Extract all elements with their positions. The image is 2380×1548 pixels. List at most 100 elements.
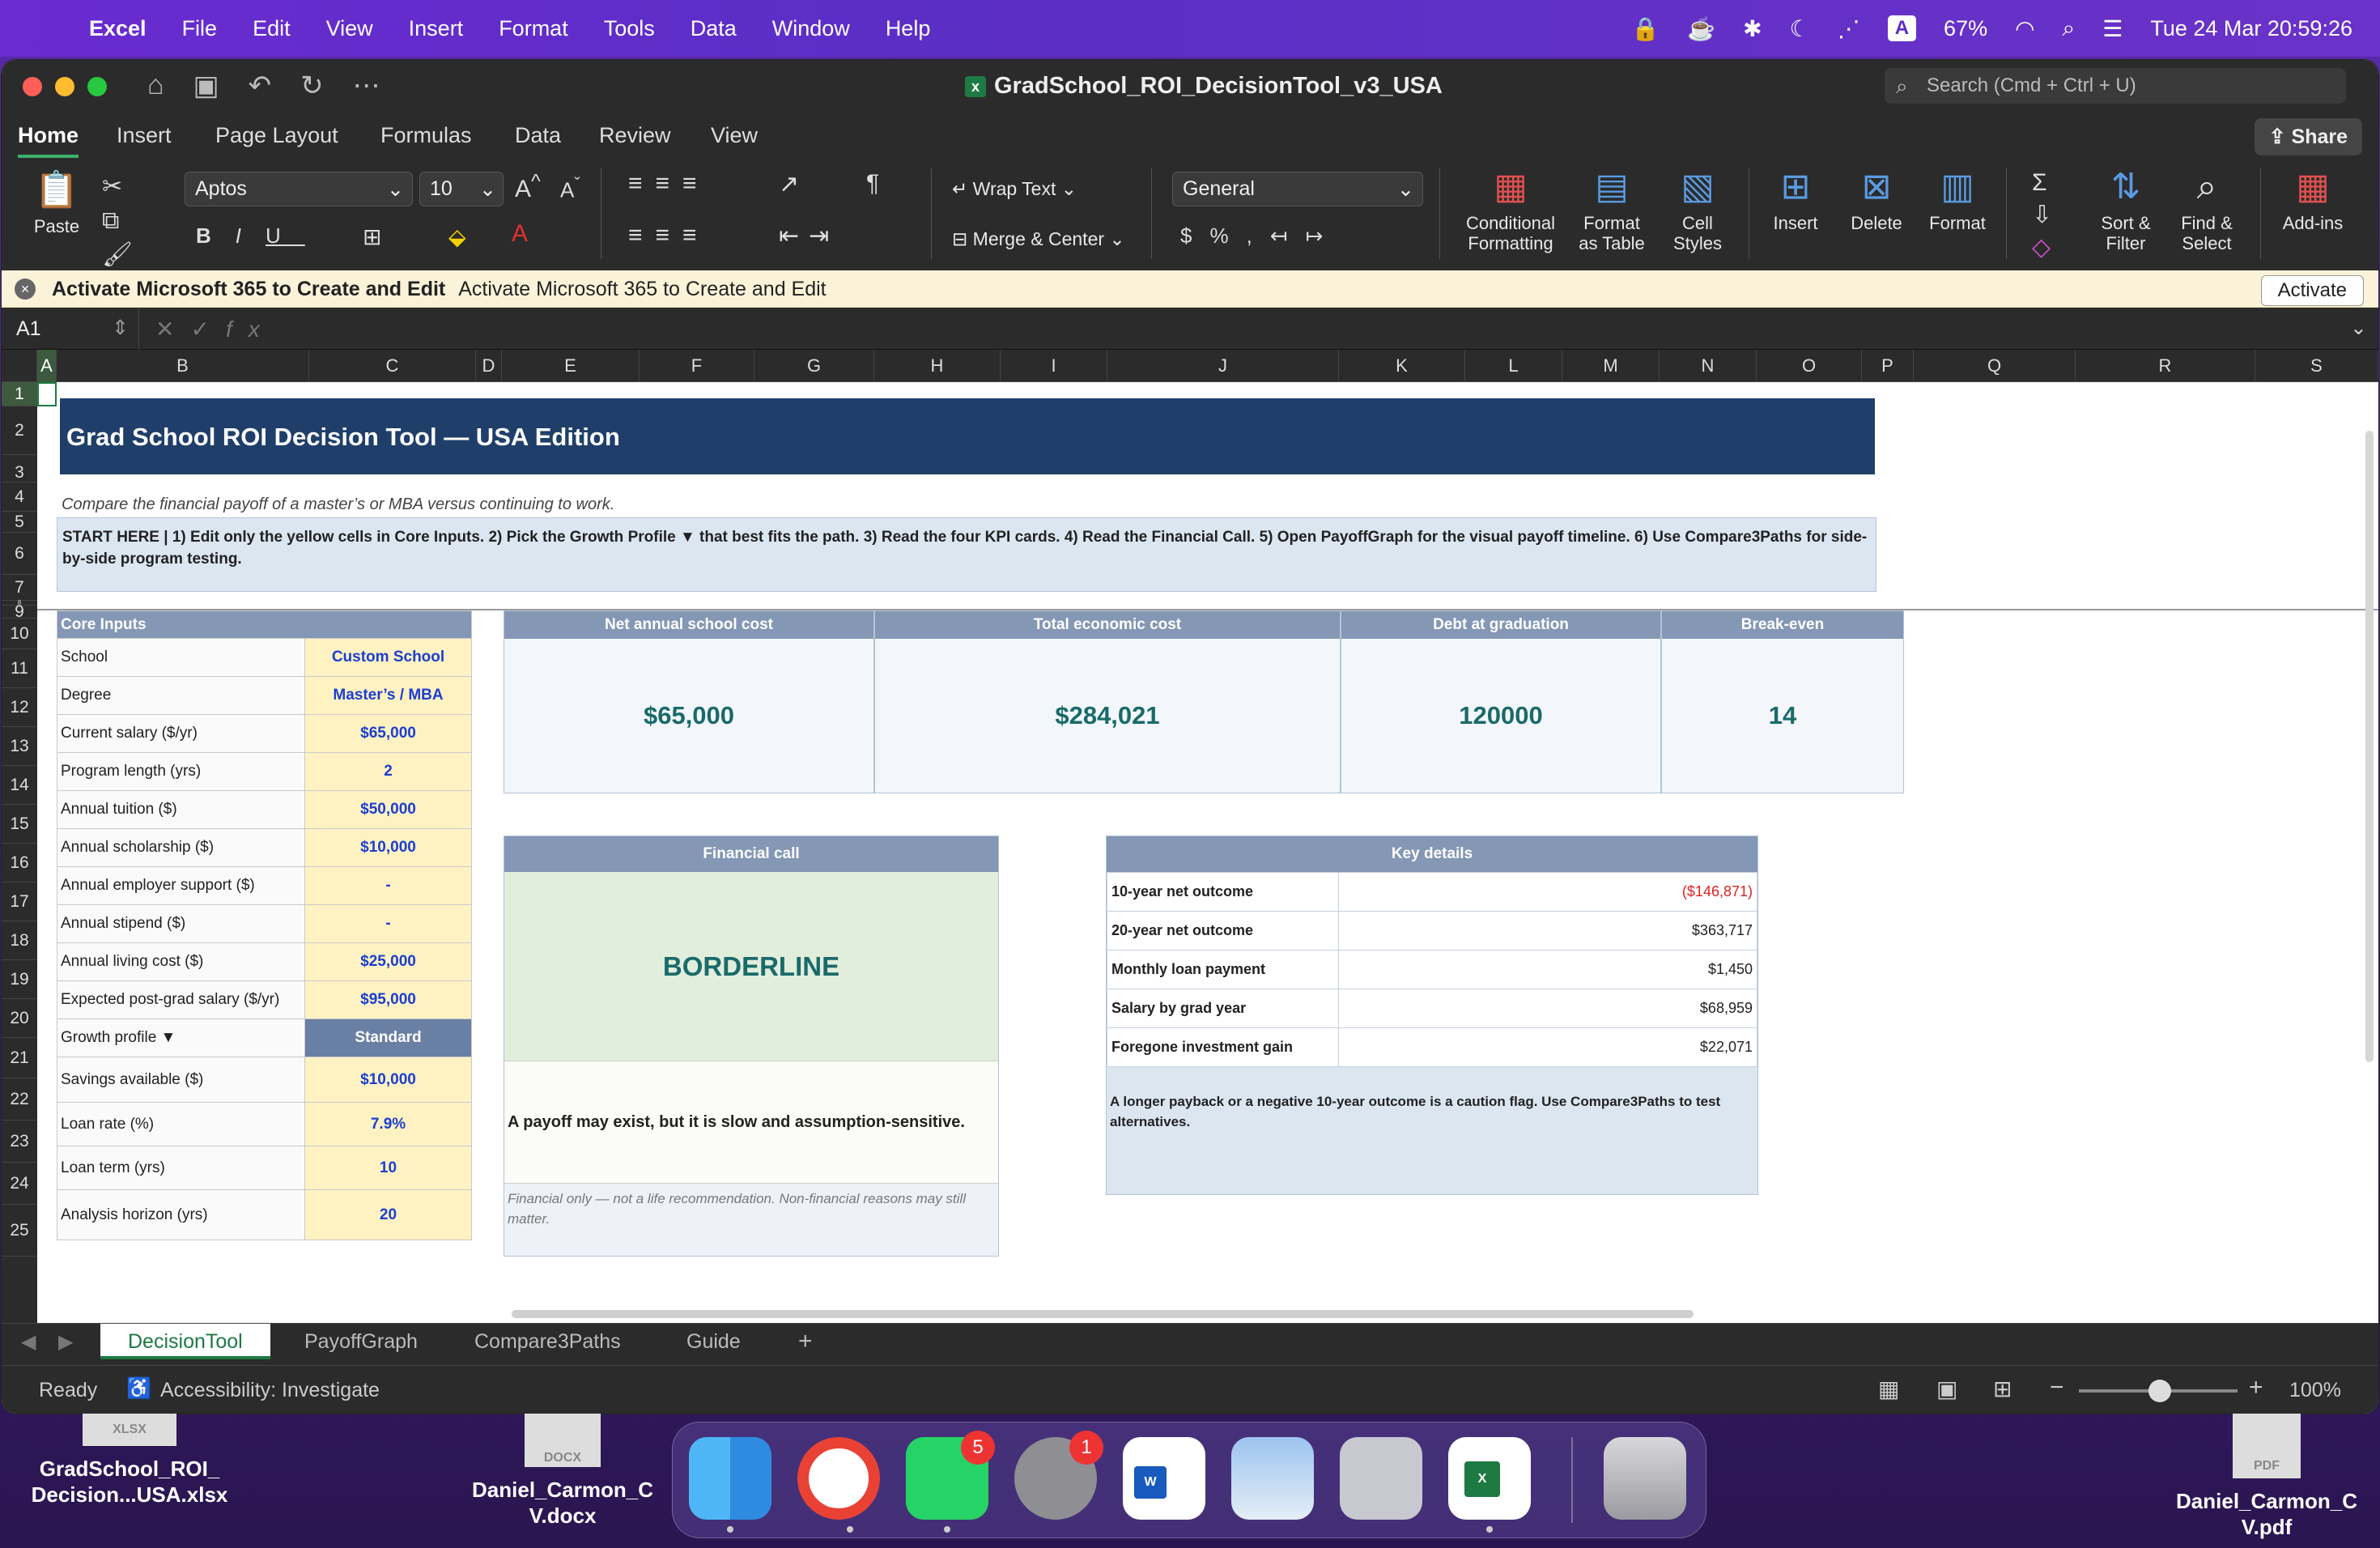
column-header[interactable]: O xyxy=(1757,350,1862,382)
bluetooth-icon[interactable]: ✱ xyxy=(1743,15,1762,42)
menu-tools[interactable]: Tools xyxy=(604,16,655,41)
vertical-scrollbar[interactable] xyxy=(2365,431,2374,1062)
zoom-slider-knob[interactable] xyxy=(2148,1380,2171,1402)
cell-styles-button[interactable]: ▧ Cell Styles xyxy=(1653,167,1742,253)
font-size-select[interactable]: 10 ⌄ xyxy=(419,172,504,206)
orientation-icon[interactable]: ↗ xyxy=(779,170,799,198)
paste-button[interactable]: 📋 Paste xyxy=(21,170,92,236)
whatsapp-icon[interactable]: 5 xyxy=(906,1431,995,1533)
merge-center-button[interactable]: ⊟ Merge & Center ⌄ xyxy=(952,228,1125,250)
column-header[interactable]: H xyxy=(874,350,1001,382)
cut-icon[interactable]: ✂ xyxy=(102,170,133,204)
clear-icon[interactable]: ◇ xyxy=(2032,232,2052,264)
zoom-window-button[interactable] xyxy=(87,77,107,96)
row-header[interactable]: 13 xyxy=(2,727,37,766)
activity-icon[interactable]: ⋰ xyxy=(1838,15,1860,42)
shrink-font-icon[interactable]: Aˇ xyxy=(560,173,580,203)
column-header[interactable]: M xyxy=(1562,350,1660,382)
input-cell[interactable]: 7.9% xyxy=(304,1102,472,1146)
sheet-tab-compare3paths[interactable]: Compare3Paths xyxy=(447,1324,648,1359)
chrome-icon[interactable] xyxy=(797,1437,880,1533)
menu-file[interactable]: File xyxy=(182,16,218,41)
delete-cells-button[interactable]: ⊠ Delete xyxy=(1836,167,1917,233)
battery-percent[interactable]: 67% xyxy=(1944,16,1987,41)
format-as-table-button[interactable]: ▤ Format as Table xyxy=(1569,167,1655,253)
font-name-select[interactable]: Aptos ⌄ xyxy=(185,172,413,206)
add-sheet-button[interactable]: + xyxy=(771,1324,840,1359)
copy-icon[interactable]: ⧉ xyxy=(102,204,133,238)
column-header[interactable]: D xyxy=(476,350,502,382)
row-header[interactable]: 16 xyxy=(2,844,37,882)
row-header[interactable]: 10 xyxy=(2,619,37,649)
input-cell[interactable]: 2 xyxy=(304,752,472,791)
menu-view[interactable]: View xyxy=(326,16,373,41)
menu-window[interactable]: Window xyxy=(772,16,850,41)
grow-font-icon[interactable]: A^ xyxy=(515,170,541,203)
cancel-icon[interactable]: ✕ xyxy=(155,317,190,342)
format-cells-button[interactable]: ▥ Format xyxy=(1917,167,1998,233)
row-header[interactable]: 15 xyxy=(2,805,37,844)
tab-home[interactable]: Home xyxy=(18,123,79,158)
menu-edit[interactable]: Edit xyxy=(253,16,291,41)
number-format-tools[interactable]: $%,↤↦ xyxy=(1180,223,1341,249)
menu-help[interactable]: Help xyxy=(886,16,931,41)
column-header[interactable]: S xyxy=(2255,350,2378,382)
expand-formula-icon[interactable]: ⌄ xyxy=(2350,316,2367,340)
row-header[interactable]: 11 xyxy=(2,649,37,688)
confirm-icon[interactable]: ✓ xyxy=(190,317,225,342)
italic-icon[interactable]: I xyxy=(236,223,266,248)
menu-insert[interactable]: Insert xyxy=(409,16,464,41)
coffee-icon[interactable]: ☕ xyxy=(1687,15,1715,42)
normal-view-icon[interactable]: ▦ xyxy=(1878,1376,1899,1402)
column-header[interactable]: R xyxy=(2076,350,2255,382)
input-cell[interactable]: Custom School xyxy=(304,638,472,677)
select-all-corner[interactable] xyxy=(2,350,37,382)
growth-profile-dropdown[interactable]: Standard xyxy=(304,1019,472,1057)
input-cell[interactable]: $10,000 xyxy=(304,1057,472,1103)
column-header[interactable]: P xyxy=(1862,350,1914,382)
bold-icon[interactable]: B xyxy=(196,223,236,248)
name-box[interactable]: A1 ⇕ xyxy=(2,308,139,350)
more-icon[interactable]: ⋯ xyxy=(353,70,380,102)
input-cell[interactable]: $50,000 xyxy=(304,790,472,829)
add-ins-button[interactable]: ▦ Add-ins xyxy=(2268,167,2357,233)
sheet-tab-decisiontool[interactable]: DecisionTool xyxy=(100,1324,270,1359)
page-layout-view-icon[interactable]: ▣ xyxy=(1936,1376,1957,1402)
zoom-out-button[interactable]: − xyxy=(2050,1374,2064,1401)
prev-sheet-icon[interactable]: ◀ xyxy=(21,1330,36,1354)
menu-data[interactable]: Data xyxy=(691,16,737,41)
zoom-level[interactable]: 100% xyxy=(2289,1379,2341,1402)
tab-review[interactable]: Review xyxy=(599,123,671,148)
fill-icon[interactable]: ⇩ xyxy=(2032,199,2052,232)
row-header[interactable]: 2 xyxy=(2,406,37,455)
spotlight-search-icon[interactable]: ⌕ xyxy=(2063,15,2076,42)
trash-icon[interactable] xyxy=(1604,1437,1686,1520)
borders-icon[interactable]: ⊞ xyxy=(363,223,381,250)
find-select-button[interactable]: ⌕ Find & Select xyxy=(2166,167,2247,253)
tab-data[interactable]: Data xyxy=(515,123,561,148)
excel-icon[interactable]: X xyxy=(1448,1437,1531,1533)
tab-formulas[interactable]: Formulas xyxy=(380,123,472,148)
sort-filter-button[interactable]: ⇅ Sort & Filter xyxy=(2085,167,2166,253)
row-header[interactable]: 6 xyxy=(2,533,37,575)
column-header[interactable]: C xyxy=(309,350,476,382)
detail-value[interactable]: $363,717 xyxy=(1337,911,1758,950)
paragraph-icon[interactable]: ¶ xyxy=(866,170,879,198)
preview-icon[interactable] xyxy=(1231,1437,1314,1520)
undo-icon[interactable]: ↶ xyxy=(249,70,272,102)
detail-value[interactable]: ($146,871) xyxy=(1337,872,1758,912)
underline-icon[interactable]: U xyxy=(266,223,305,248)
input-cell[interactable]: - xyxy=(304,904,472,943)
row-header[interactable]: 21 xyxy=(2,1038,37,1078)
desktop-file-pdf[interactable]: PDF Daniel_Carmon_C V.pdf xyxy=(2161,1414,2372,1540)
detail-value[interactable]: $1,450 xyxy=(1337,950,1758,989)
search-box[interactable]: ⌕ Search (Cmd + Ctrl + U) xyxy=(1885,68,2346,104)
column-header[interactable]: F xyxy=(640,350,754,382)
column-header[interactable]: A xyxy=(37,350,57,382)
word-icon[interactable]: W xyxy=(1123,1437,1205,1520)
home-icon[interactable]: ⌂ xyxy=(147,70,164,102)
input-cell[interactable]: $65,000 xyxy=(304,714,472,753)
save-icon[interactable]: ▣ xyxy=(193,70,219,102)
input-cell[interactable]: 10 xyxy=(304,1146,472,1190)
column-header[interactable]: L xyxy=(1465,350,1562,382)
